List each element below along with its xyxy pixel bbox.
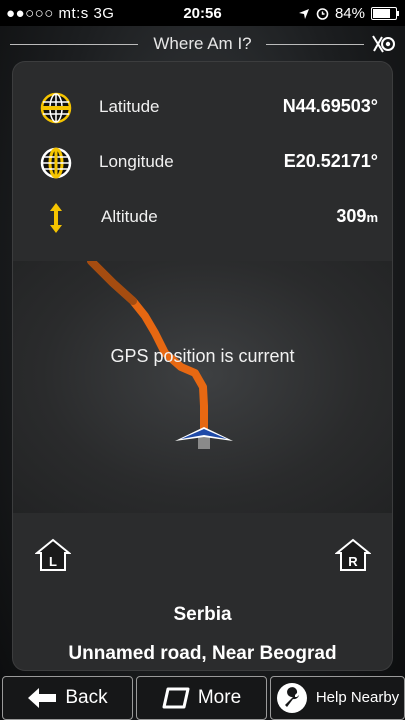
where-am-i-panel: Latitude N44.69503° Longitude E20.52171°…	[13, 62, 392, 670]
route-layer	[87, 261, 233, 449]
location-arrow-icon	[298, 8, 309, 19]
longitude-row: Longitude E20.52171°	[13, 135, 392, 190]
gps-off-icon[interactable]	[371, 33, 397, 55]
wrench-icon	[276, 683, 307, 713]
altitude-row: Altitude 309m	[13, 190, 392, 245]
altitude-number: 309	[336, 206, 367, 226]
longitude-value: E20.52171°	[283, 151, 378, 171]
vehicle-position-icon	[175, 427, 233, 449]
more-button-label: More	[197, 687, 242, 708]
globe-latitude-icon	[40, 92, 72, 124]
status-bar: ●●○○○ mt:s 3G 20:56 84%	[0, 0, 405, 26]
longitude-label: Longitude	[99, 152, 174, 171]
latitude-row: Latitude N44.69503°	[13, 80, 392, 135]
altitude-label: Altitude	[101, 207, 158, 226]
lane-left-label: L	[49, 554, 57, 569]
altitude-unit: m	[366, 210, 378, 225]
back-button[interactable]: Back	[2, 676, 133, 720]
latitude-label: Latitude	[99, 97, 160, 116]
lane-right-label: R	[348, 554, 358, 569]
globe-longitude-icon	[40, 147, 72, 179]
gps-status-message: GPS position is current	[110, 346, 295, 366]
help-nearby-label: Help Nearby	[315, 689, 400, 706]
title-bar: Where Am I?	[0, 28, 405, 60]
street-name: Unnamed road, Near Beograd	[68, 643, 337, 664]
bottom-toolbar: Back More Help Nearby	[0, 676, 405, 720]
country-name: Serbia	[173, 604, 232, 625]
battery-percent: 84%	[334, 5, 365, 22]
map-view[interactable]: GPS position is current	[13, 261, 392, 513]
lane-left-icon[interactable]: L	[35, 538, 71, 572]
lane-right-icon[interactable]: R	[335, 538, 371, 572]
alarm-icon	[316, 8, 329, 20]
latitude-value: N44.69503°	[282, 96, 378, 116]
altitude-value: 309m	[336, 206, 378, 227]
page-title: Where Am I?	[153, 34, 252, 53]
altitude-arrow-icon	[50, 203, 62, 233]
more-button[interactable]: More	[136, 676, 267, 720]
back-arrow-icon	[28, 688, 57, 708]
battery-icon	[371, 7, 399, 20]
help-nearby-button[interactable]: Help Nearby	[270, 676, 405, 720]
back-button-label: Back	[65, 687, 108, 708]
more-icon	[162, 687, 190, 709]
